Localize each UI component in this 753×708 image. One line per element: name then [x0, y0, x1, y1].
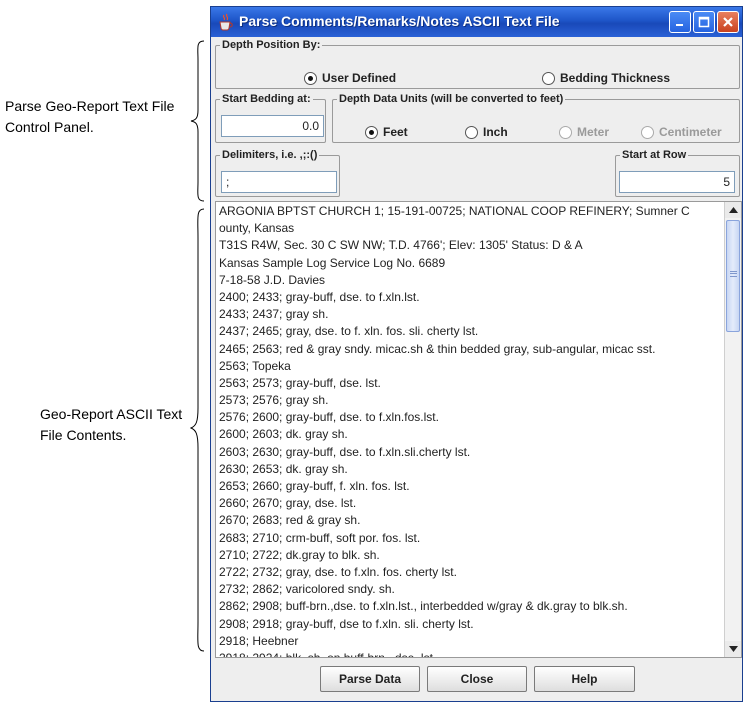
text-line: 2908; 2918; gray-buff, dse to f.xln. sli…: [219, 616, 474, 631]
annotation-control-panel: Parse Geo-Report Text File Control Panel…: [5, 98, 175, 135]
radio-bedding-thickness-label: Bedding Thickness: [560, 71, 671, 85]
text-line: 2400; 2433; gray-buff, dse. to f.xln.lst…: [219, 289, 420, 304]
text-line: 2603; 2630; gray-buff, dse. to f.xln.sli…: [219, 444, 471, 459]
text-line: 2660; 2670; gray, dse. lst.: [219, 496, 357, 511]
text-line: 2573; 2576; gray sh.: [219, 393, 329, 408]
control-panel: Depth Position By: User Defined Bedding …: [211, 37, 742, 701]
brace-file-contents: [190, 208, 205, 652]
brace-control-panel: [190, 40, 205, 202]
text-line: 2670; 2683; red & gray sh.: [219, 513, 361, 528]
text-line: 2732; 2862; varicolored sndy. sh.: [219, 582, 395, 597]
close-window-button[interactable]: [717, 11, 739, 33]
radio-centimeter-label: Centimeter: [659, 125, 722, 139]
title-bar[interactable]: Parse Comments/Remarks/Notes ASCII Text …: [211, 7, 742, 37]
text-line: 2600; 2603; dk. gray sh.: [219, 427, 348, 442]
text-line: 2918; 2924; blk. sh. on buff-brn., dse. …: [219, 650, 437, 658]
help-button[interactable]: Help: [534, 666, 635, 692]
text-line: 2437; 2465; gray, dse. to f. xln. fos. s…: [219, 324, 479, 339]
java-coffee-cup-icon: [219, 13, 233, 31]
scroll-thumb[interactable]: [726, 220, 740, 332]
start-bedding-legend: Start Bedding at:: [222, 93, 311, 105]
text-line: 2465; 2563; red & gray sndy. micac.sh & …: [219, 341, 656, 356]
arrow-up-icon: [728, 207, 738, 213]
text-line: 2433; 2437; gray sh.: [219, 307, 329, 322]
close-button[interactable]: Close: [427, 666, 527, 692]
text-line: 2653; 2660; gray-buff, f. xln. fos. lst.: [219, 479, 410, 493]
radio-user-defined[interactable]: User Defined: [304, 71, 396, 85]
text-line: 2722; 2732; gray, dse. to f.xln. fos. ch…: [219, 564, 457, 579]
parse-data-button[interactable]: Parse Data: [320, 666, 420, 692]
delimiters-input[interactable]: ;: [221, 171, 337, 193]
text-line: 2710; 2722; dk.gray to blk. sh.: [219, 547, 380, 562]
text-line: T31S R4W, Sec. 30 C SW NW; T.D. 4766'; E…: [219, 238, 583, 253]
text-line: 2862; 2908; buff-brn.,dse. to f.xln.lst.…: [219, 599, 628, 614]
text-line: Kansas Sample Log Service Log No. 6689: [219, 255, 446, 270]
text-line: ounty, Kansas: [219, 221, 295, 236]
radio-inch[interactable]: Inch: [465, 125, 508, 139]
text-line: 2918; Heebner: [219, 633, 299, 648]
text-line: 2563; Topeka: [219, 358, 291, 373]
depth-position-group: Depth Position By: User Defined Bedding …: [215, 39, 740, 89]
radio-centimeter[interactable]: Centimeter: [641, 125, 722, 139]
button-bar: Parse Data Close Help: [211, 661, 742, 701]
text-line: 7-18-58 J.D. Davies: [219, 272, 326, 287]
radio-centimeter-indicator: [641, 125, 654, 139]
radio-inch-indicator: [465, 125, 478, 139]
minimize-button[interactable]: [669, 11, 691, 33]
maximize-icon: [698, 16, 710, 28]
scroll-up-button[interactable]: [725, 202, 741, 218]
radio-bedding-thickness[interactable]: Bedding Thickness: [542, 71, 670, 85]
text-line: 2576; 2600; gray-buff, dse. to f.xln.fos…: [219, 410, 439, 425]
radio-feet[interactable]: Feet: [365, 125, 408, 139]
depth-units-legend: Depth Data Units (will be converted to f…: [339, 93, 564, 105]
depth-position-legend: Depth Position By:: [222, 39, 321, 51]
annotation-file-contents: Geo-Report ASCII Text File Contents.: [40, 406, 183, 443]
radio-bedding-thickness-indicator: [542, 71, 555, 85]
arrow-down-icon: [728, 646, 738, 652]
radio-meter[interactable]: Meter: [559, 125, 609, 139]
radio-meter-label: Meter: [577, 125, 610, 139]
start-row-legend: Start at Row: [622, 149, 687, 161]
depth-units-group: Depth Data Units (will be converted to f…: [332, 93, 740, 143]
minimize-icon: [676, 24, 683, 26]
file-contents-lines: ARGONIA BPTST CHURCH 1; 15-191-00725; NA…: [219, 203, 725, 658]
parse-text-file-window: Parse Comments/Remarks/Notes ASCII Text …: [210, 6, 743, 702]
maximize-button[interactable]: [693, 11, 715, 33]
file-contents-textarea[interactable]: ARGONIA BPTST CHURCH 1; 15-191-00725; NA…: [215, 201, 742, 658]
grip-icon: [730, 271, 737, 277]
start-bedding-input[interactable]: 0.0: [221, 115, 324, 137]
delimiters-legend: Delimiters, i.e. ,;:(): [222, 149, 318, 161]
radio-meter-indicator: [559, 125, 572, 139]
radio-feet-label: Feet: [383, 125, 408, 139]
vertical-scrollbar[interactable]: [724, 202, 741, 657]
radio-user-defined-indicator: [304, 71, 317, 85]
text-line: 2563; 2573; gray-buff, dse. lst.: [219, 375, 381, 390]
window-title: Parse Comments/Remarks/Notes ASCII Text …: [239, 13, 560, 29]
close-icon: [723, 17, 733, 27]
start-row-input[interactable]: 5: [619, 171, 735, 193]
radio-feet-indicator: [365, 125, 378, 139]
text-line: ARGONIA BPTST CHURCH 1; 15-191-00725; NA…: [219, 204, 690, 218]
text-line: 2683; 2710; crm-buff, soft por. fos. lst…: [219, 530, 421, 545]
text-line: 2630; 2653; dk. gray sh.: [219, 461, 348, 476]
scroll-down-button[interactable]: [725, 641, 741, 657]
radio-inch-label: Inch: [483, 125, 508, 139]
radio-user-defined-label: User Defined: [322, 71, 397, 85]
